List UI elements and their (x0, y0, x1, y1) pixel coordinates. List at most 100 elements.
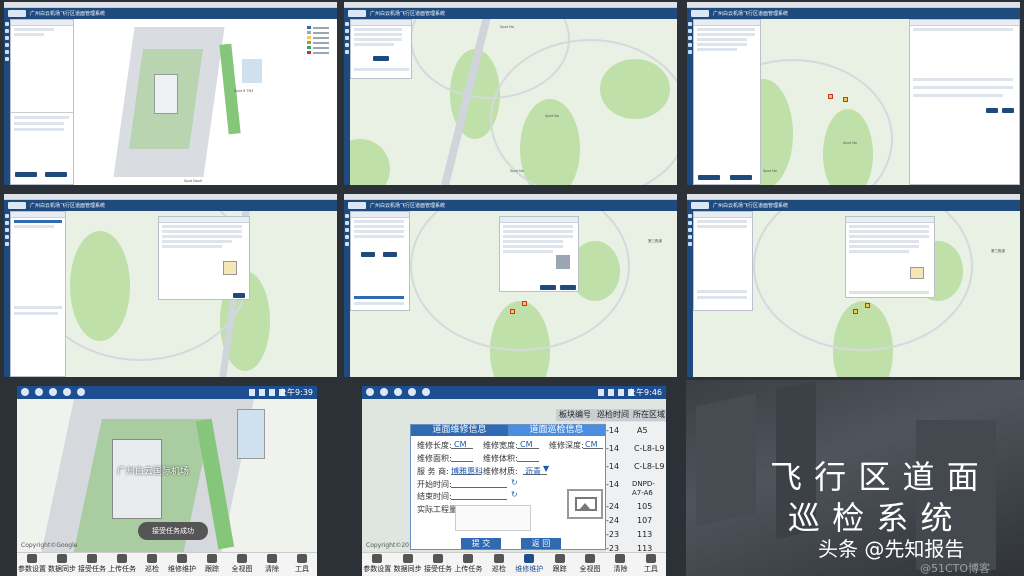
app-titlebar: 广州白云机场飞行区道面管理系统 (344, 200, 677, 211)
nav-label: 上传任务 (454, 565, 483, 573)
supplier-value: 博雅惠科 (451, 467, 483, 476)
airport-logo (691, 10, 709, 17)
desktop-screenshot-3: 广州白云机场飞行区道面管理系统 Spot No Spot No (687, 2, 1020, 185)
caption-line-1: 飞 行 区 道 面 (770, 458, 980, 496)
airport-map[interactable]: Spot 6 TN3 Spot Naxh (74, 19, 337, 185)
app-title: 广州白云机场飞行区道面管理系统 (370, 203, 446, 209)
app-icon (21, 388, 29, 396)
nav-sync[interactable]: 数据同步 (47, 553, 77, 576)
track-icon (207, 554, 217, 563)
nav-tools[interactable]: 工具 (636, 553, 666, 576)
phone-screenshot-1: 上午9:39 广州白云国际机场 Copyright©Google 接受任务成功 … (17, 386, 317, 576)
nav-maintenance[interactable]: 维修维护 (514, 553, 544, 576)
map-copyright: Copyright©2017 (366, 542, 417, 549)
map-label: Spot No (843, 141, 857, 145)
inspection-detail-panel (499, 216, 579, 292)
panel-button[interactable] (730, 175, 752, 180)
upload-icon (117, 554, 127, 563)
repair-length-label: 维修长度: (417, 441, 452, 450)
table-row[interactable]: -24 105 (606, 502, 666, 511)
workload-input[interactable] (455, 505, 531, 531)
toast-text: 接受任务成功 (152, 527, 194, 535)
repair-depth-label: 维修深度: (549, 441, 584, 450)
map-label: 第三跑道 (648, 239, 662, 243)
repair-area-input[interactable] (451, 453, 473, 462)
nav-label: 上传任务 (108, 565, 136, 573)
nav-tools[interactable]: 工具 (287, 553, 317, 576)
signal-icon (618, 389, 624, 396)
table-row[interactable]: -23 113 (606, 530, 666, 539)
nav-label: 工具 (295, 565, 309, 573)
wifi-icon (259, 389, 265, 396)
sync-icon (402, 554, 413, 563)
app-title: 广州白云机场飞行区道面管理系统 (713, 203, 789, 209)
panel-button[interactable] (233, 293, 245, 298)
nav-clear[interactable]: 清除 (605, 553, 635, 576)
task-list-panel (10, 211, 66, 377)
watermark: @51CTO博客 (920, 562, 991, 575)
tab-inspection-info[interactable]: 道面巡检信息 (508, 425, 605, 436)
nav-track[interactable]: 跟踪 (544, 553, 574, 576)
panel-button[interactable] (45, 172, 67, 177)
app-icon (35, 388, 43, 396)
nav-accept-task[interactable]: 接受任务 (77, 553, 107, 576)
nav-sync[interactable]: 数据同步 (392, 553, 422, 576)
back-button[interactable]: 返 回 (521, 538, 561, 549)
nav-upload-task[interactable]: 上传任务 (453, 553, 483, 576)
photo-placeholder-icon[interactable] (567, 489, 603, 519)
globe-icon (237, 554, 247, 563)
wrench-icon (645, 554, 656, 563)
nav-clear[interactable]: 清除 (257, 553, 287, 576)
refresh-icon[interactable]: ↻ (511, 478, 518, 487)
query-button[interactable] (361, 252, 375, 257)
nav-maintenance[interactable]: 维修维护 (167, 553, 197, 576)
bluetooth-icon (249, 389, 255, 396)
nav-full-view[interactable]: 全视图 (227, 553, 257, 576)
app-titlebar: 广州白云机场飞行区道面管理系统 (4, 8, 337, 19)
tab-repair-info[interactable]: 道面维修信息 (411, 425, 508, 436)
nav-settings[interactable]: 参数设置 (17, 553, 47, 576)
map-label: 第三跑道 (991, 249, 1005, 253)
repair-area-label: 维修面积: (417, 454, 452, 463)
panel-button[interactable] (986, 108, 998, 113)
bottom-nav: 参数设置 数据同步 接受任务 上传任务 巡检 维修维护 跟踪 全视图 清除 工具 (17, 552, 317, 576)
repair-length-unit: CM (454, 440, 467, 449)
submit-button[interactable]: 提 交 (461, 538, 501, 549)
nav-label: 全视图 (579, 565, 601, 573)
start-time-input[interactable] (451, 479, 507, 488)
desktop-screenshot-6: 广州白云机场飞行区道面管理系统 第三跑道 (687, 194, 1020, 377)
dropdown-arrow-icon[interactable]: ▼ (543, 464, 549, 473)
app-icon (77, 388, 85, 396)
end-time-input[interactable] (451, 491, 507, 500)
nav-accept-task[interactable]: 接受任务 (423, 553, 453, 576)
app-titlebar: 广州白云机场飞行区道面管理系统 (4, 200, 337, 211)
panel-button[interactable] (15, 172, 37, 177)
nav-upload-task[interactable]: 上传任务 (107, 553, 137, 576)
nav-inspect[interactable]: 巡检 (484, 553, 514, 576)
app-title: 广州白云机场飞行区道面管理系统 (713, 11, 789, 17)
table-row[interactable]: -14 C-L8-L9 (606, 444, 666, 453)
panel-button[interactable] (540, 285, 556, 290)
repair-volume-input[interactable] (517, 453, 539, 462)
gear-icon (372, 554, 383, 563)
panel-button[interactable] (560, 285, 576, 290)
nav-label: 参数设置 (18, 565, 46, 573)
panel-button[interactable] (698, 175, 720, 180)
table-row[interactable]: -24 107 (606, 516, 666, 525)
panel-button[interactable] (1002, 108, 1014, 113)
nav-inspect[interactable]: 巡检 (137, 553, 167, 576)
table-row[interactable]: -14 A5 (606, 426, 666, 435)
refresh-icon[interactable]: ↻ (511, 490, 518, 499)
nav-label: 跟踪 (552, 565, 567, 573)
nav-settings[interactable]: 参数设置 (362, 553, 392, 576)
map-label: 广州白云国际机场 (117, 467, 190, 477)
source-credit: 头条 @先知报告 (818, 537, 965, 561)
query-button[interactable] (373, 56, 389, 61)
nav-full-view[interactable]: 全视图 (575, 553, 605, 576)
task-table-header: 板块编号 巡检时间 所在区域 (556, 409, 666, 421)
table-row[interactable]: -14 DNPD-A7-A6 (606, 480, 666, 497)
airport-logo (348, 202, 366, 209)
nav-track[interactable]: 跟踪 (197, 553, 227, 576)
table-row[interactable]: -14 C-L8-L9 (606, 462, 666, 471)
query-button[interactable] (383, 252, 397, 257)
